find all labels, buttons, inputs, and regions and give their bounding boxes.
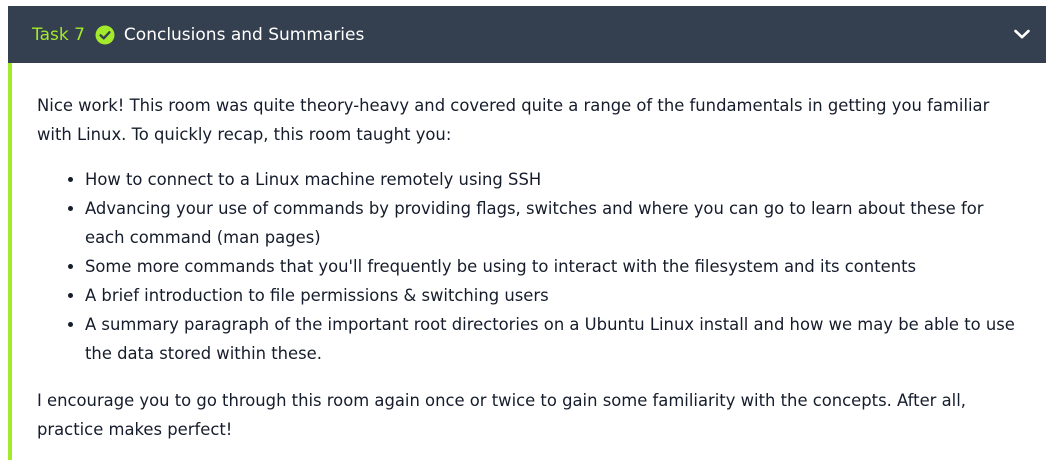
chevron-down-icon[interactable] (1012, 24, 1032, 44)
task-title: Conclusions and Summaries (123, 24, 365, 45)
task-number: Task 7 (32, 24, 85, 45)
task-body: Nice work! This room was quite theory-he… (8, 63, 1046, 460)
recap-list: How to connect to a Linux machine remote… (37, 165, 1026, 368)
list-item: How to connect to a Linux machine remote… (85, 165, 1026, 194)
task-header[interactable]: Task 7 Conclusions and Summaries (8, 6, 1046, 63)
check-circle-icon (95, 25, 115, 45)
list-item: A brief introduction to file permissions… (85, 281, 1026, 310)
list-item: Advancing your use of commands by provid… (85, 194, 1026, 252)
list-item: Some more commands that you'll frequentl… (85, 252, 1026, 281)
outro-paragraph: I encourage you to go through this room … (37, 391, 966, 439)
task-card: Task 7 Conclusions and Summaries Nice wo… (8, 6, 1046, 460)
intro-paragraph: Nice work! This room was quite theory-he… (37, 96, 990, 144)
list-item: A summary paragraph of the important roo… (85, 310, 1026, 368)
